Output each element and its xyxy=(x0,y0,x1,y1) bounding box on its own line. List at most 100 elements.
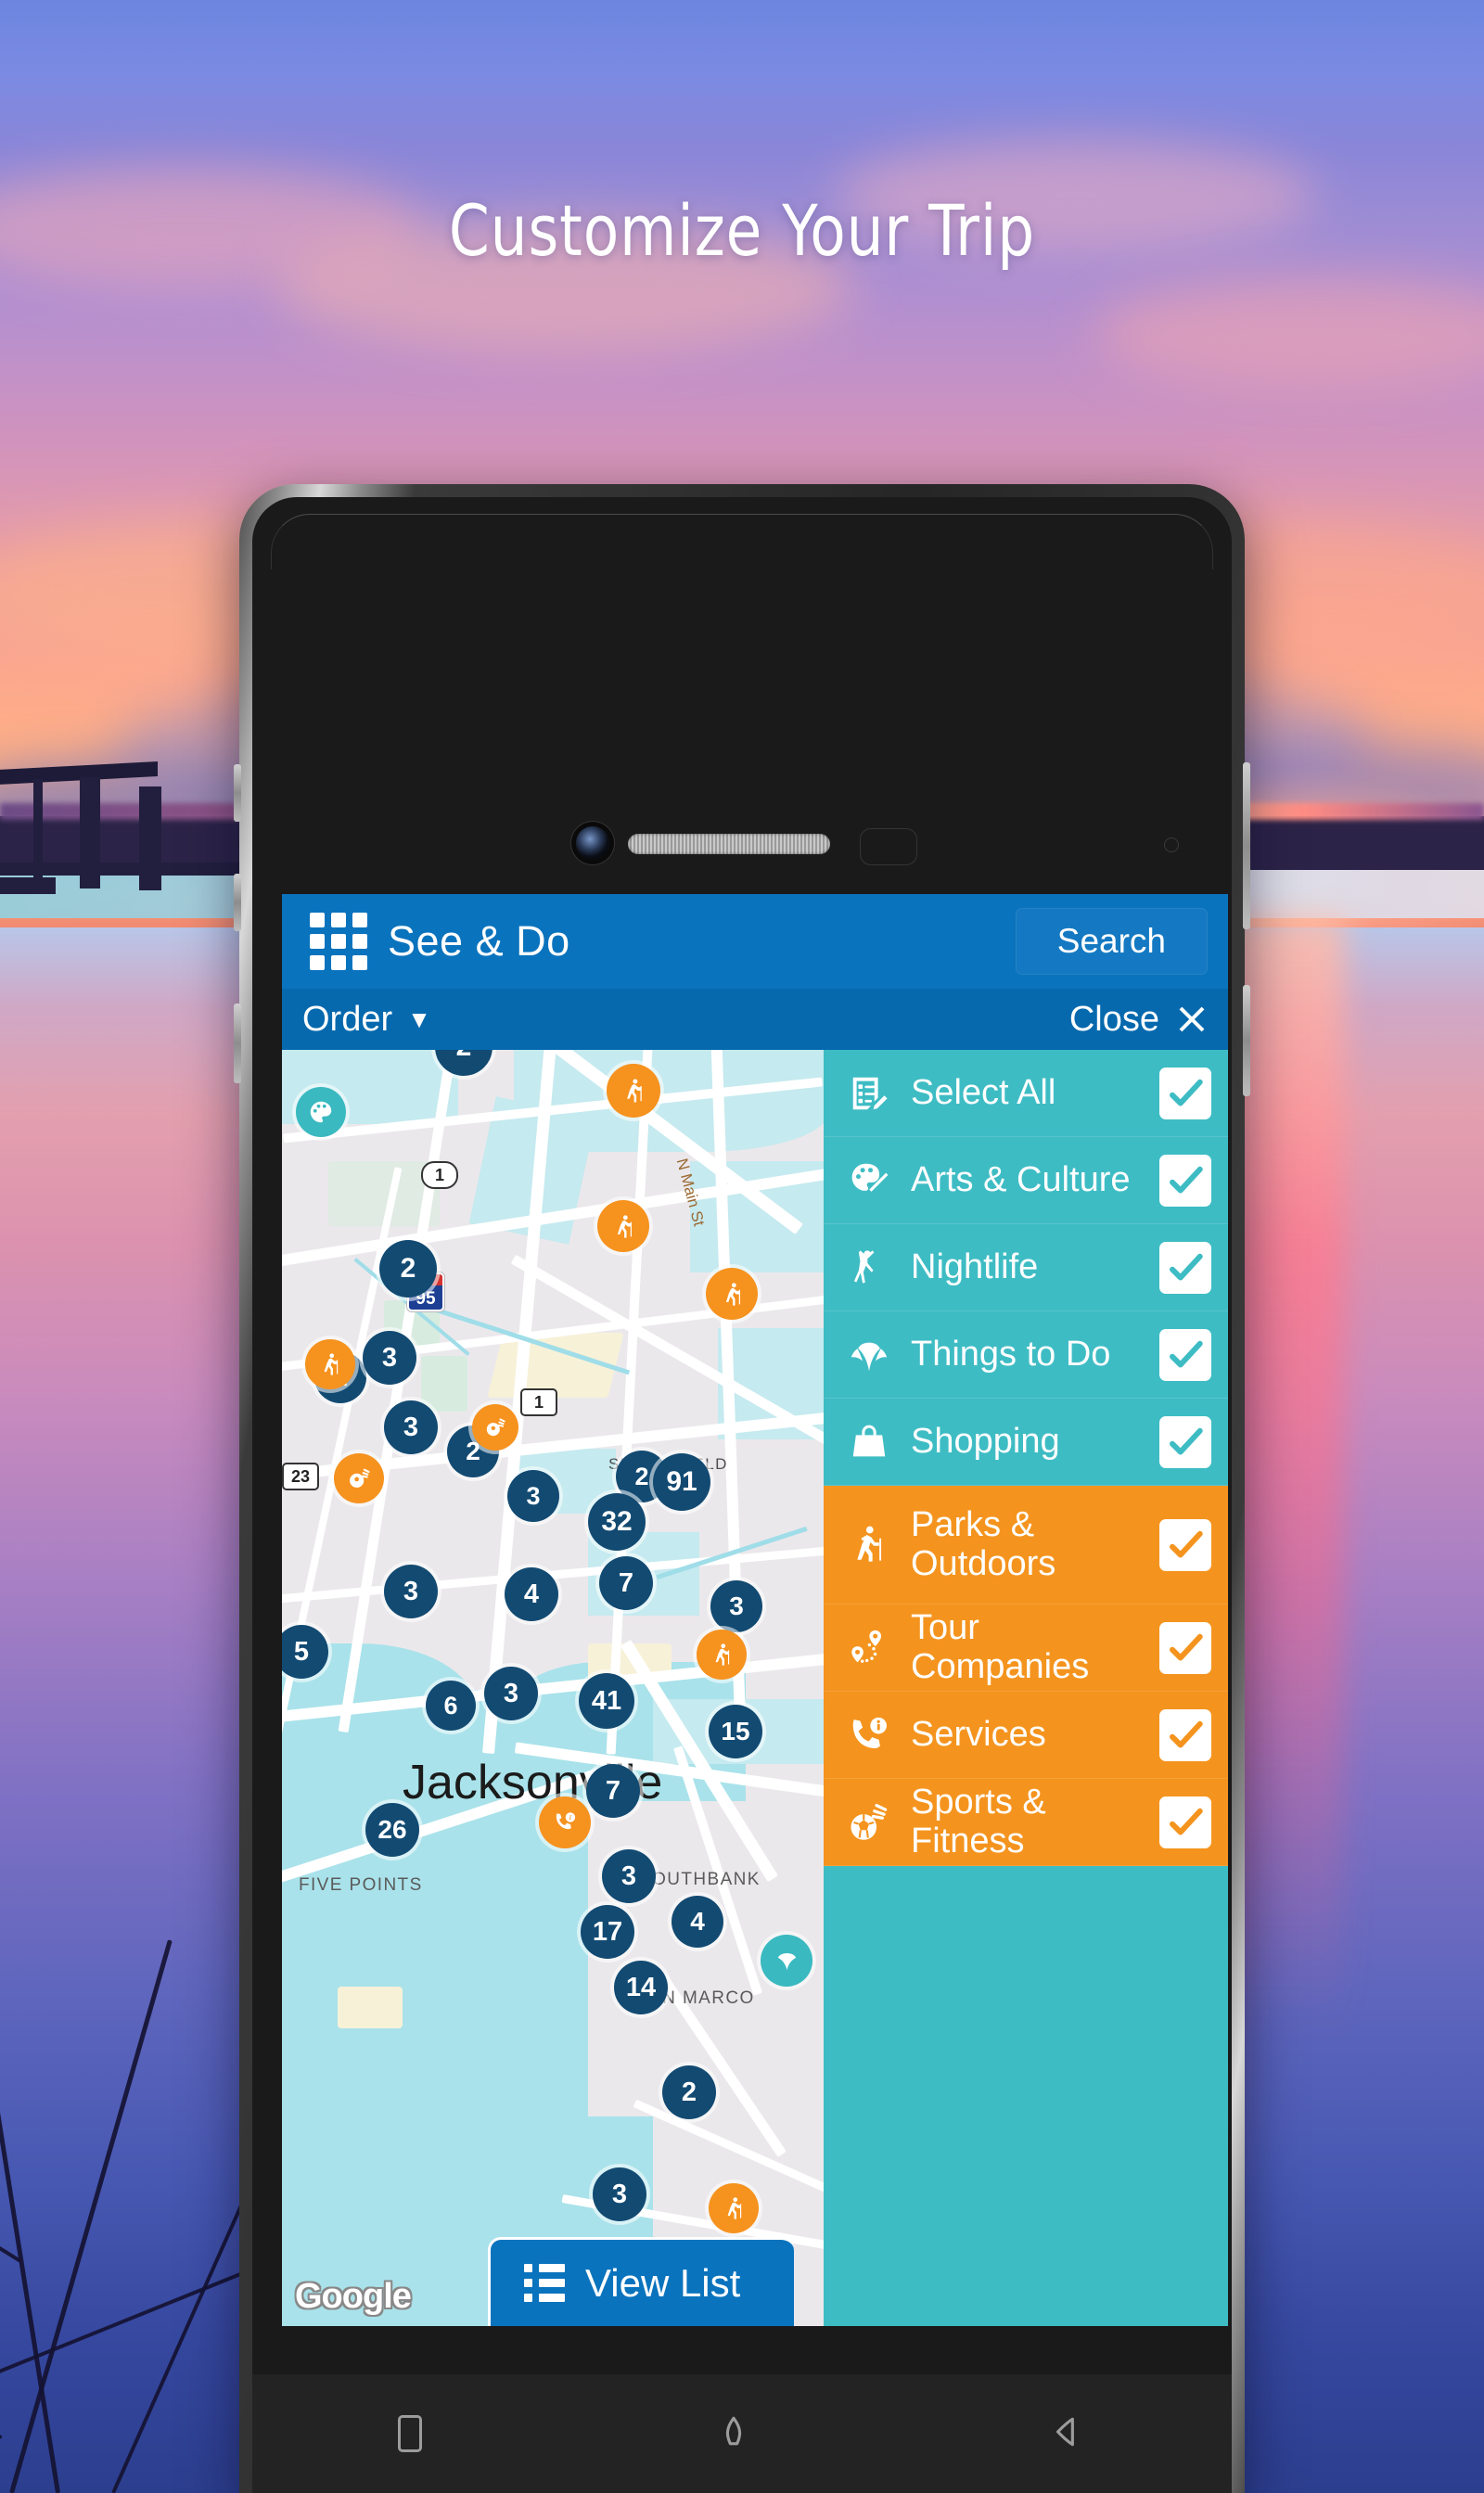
grid-menu-icon[interactable] xyxy=(310,913,367,970)
phone-info-icon xyxy=(840,1714,898,1757)
light-sensor xyxy=(1164,837,1179,852)
search-button[interactable]: Search xyxy=(1015,908,1208,975)
map-pin-cluster[interactable]: 91 xyxy=(653,1453,710,1511)
filter-item-services[interactable]: Services xyxy=(824,1692,1228,1779)
close-label: Close xyxy=(1068,999,1159,1039)
volume-down-button[interactable] xyxy=(234,874,241,931)
map-pin-cluster[interactable]: 26 xyxy=(365,1803,419,1857)
map-pin-cluster[interactable]: 7 xyxy=(599,1556,653,1610)
power-button[interactable] xyxy=(234,1004,241,1083)
phone-device-frame: See & Do Search Order ▼ Close N Main St … xyxy=(234,484,1250,2493)
volume-up-button[interactable] xyxy=(234,764,241,822)
filter-checkbox[interactable] xyxy=(1159,1328,1211,1381)
filter-item-arts-culture[interactable]: Arts & Culture xyxy=(824,1137,1228,1224)
app-title: See & Do xyxy=(388,917,570,965)
map-pin-cluster[interactable]: 3 xyxy=(593,2167,646,2221)
close-button[interactable]: Close xyxy=(1069,1000,1208,1040)
map-pin-cluster[interactable]: 3 xyxy=(602,1849,656,1903)
svg-text:i: i xyxy=(569,1814,570,1822)
map-pin-services[interactable]: i xyxy=(539,1796,591,1848)
map-pin-cluster[interactable]: 6 xyxy=(426,1681,476,1731)
filter-panel: Select All Arts & Culture Nightlife Thin… xyxy=(824,1050,1228,2326)
filter-checkbox[interactable] xyxy=(1159,1621,1211,1674)
map-pin-parks[interactable] xyxy=(607,1064,660,1118)
route-shield-1b: 1 xyxy=(421,1161,458,1189)
filter-checkbox[interactable] xyxy=(1159,1708,1211,1761)
palette-icon xyxy=(840,1159,898,1202)
map-pin-parks[interactable] xyxy=(597,1200,649,1252)
filter-label: Select All xyxy=(911,1072,1056,1112)
filter-item-things-to-do[interactable]: Things to Do xyxy=(824,1311,1228,1399)
map-pin-arts[interactable] xyxy=(296,1087,346,1137)
map-pin-cluster[interactable]: 14 xyxy=(614,1961,668,2014)
shopping-bag-icon xyxy=(840,1421,898,1464)
map-pin-cluster[interactable]: 4 xyxy=(505,1567,558,1621)
android-nav-bar xyxy=(252,2374,1232,2493)
filter-label: Tour Companies xyxy=(911,1608,1090,1686)
list-icon xyxy=(524,2264,565,2302)
map-pin-cluster[interactable]: 41 xyxy=(579,1673,634,1729)
filter-item-nightlife[interactable]: Nightlife xyxy=(824,1224,1228,1311)
filter-checkbox[interactable] xyxy=(1159,1796,1211,1848)
checklist-edit-icon xyxy=(840,1072,898,1115)
square-recents-icon[interactable] xyxy=(398,2415,422,2452)
map-pin-cluster[interactable]: 17 xyxy=(581,1905,634,1959)
filter-item-parks-outdoors[interactable]: Parks & Outdoors xyxy=(824,1486,1228,1604)
map-pin-sports[interactable] xyxy=(472,1404,518,1451)
map-pin-sports[interactable] xyxy=(334,1453,384,1503)
chevron-down-icon[interactable]: ▼ xyxy=(407,1007,431,1031)
filter-item-sports-fitness[interactable]: Sports & Fitness xyxy=(824,1779,1228,1866)
app-top-bar: See & Do Search xyxy=(282,894,1228,989)
filter-label: Sports & Fitness xyxy=(911,1783,1046,1860)
order-label[interactable]: Order xyxy=(302,1000,392,1040)
map-pin-cluster[interactable]: 4 xyxy=(672,1896,723,1948)
hiker-icon xyxy=(840,1524,898,1566)
filter-checkbox[interactable] xyxy=(1159,1415,1211,1468)
close-x-icon xyxy=(1176,1004,1208,1035)
google-attribution: Google xyxy=(295,2277,412,2316)
map-pin-cluster[interactable]: 3 xyxy=(710,1580,762,1632)
map-pin-parks[interactable] xyxy=(709,2183,759,2233)
order-bar: Order ▼ Close xyxy=(282,989,1228,1050)
proximity-sensor xyxy=(860,828,917,865)
filter-checkbox[interactable] xyxy=(1159,1067,1211,1119)
map-route-pin-icon xyxy=(840,1627,898,1669)
map-pin-cluster[interactable]: 32 xyxy=(588,1493,646,1551)
view-list-button[interactable]: View List xyxy=(488,2237,794,2326)
map-pin-cluster[interactable]: 7 xyxy=(586,1764,640,1818)
filter-item-tour-companies[interactable]: Tour Companies xyxy=(824,1604,1228,1692)
earpiece-speaker xyxy=(628,834,830,854)
front-camera-icon xyxy=(576,826,609,860)
map-pin-parks[interactable] xyxy=(697,1630,747,1680)
filter-checkbox[interactable] xyxy=(1159,1154,1211,1207)
filter-checkbox[interactable] xyxy=(1159,1241,1211,1294)
filter-checkbox[interactable] xyxy=(1159,1518,1211,1571)
map-pin-things-to-do[interactable] xyxy=(761,1935,812,1987)
map-pin-cluster[interactable]: 3 xyxy=(484,1667,538,1720)
filter-label: Shopping xyxy=(911,1421,1060,1461)
map-pin-cluster[interactable]: 3 xyxy=(507,1470,559,1522)
filter-label: Nightlife xyxy=(911,1246,1039,1286)
map-pin-cluster[interactable]: 3 xyxy=(384,1400,438,1454)
dancer-icon xyxy=(840,1246,898,1289)
filter-label: Parks & Outdoors xyxy=(911,1505,1056,1583)
right-side-button-1[interactable] xyxy=(1243,762,1250,929)
map-pin-cluster[interactable]: 3 xyxy=(384,1565,438,1618)
page-title: Customize Your Trip xyxy=(448,189,1036,272)
map-pin-parks[interactable] xyxy=(706,1268,758,1320)
map-view[interactable]: N Main St SPRINGFIELD FIVE POINTS SOUTHB… xyxy=(282,1050,824,2326)
home-icon[interactable] xyxy=(713,2411,754,2457)
map-pin-cluster[interactable]: 3 xyxy=(363,1331,416,1385)
neighborhood-label-five-points: FIVE POINTS xyxy=(299,1875,423,1895)
map-pin-cluster[interactable]: 15 xyxy=(709,1705,762,1758)
filter-item-select-all[interactable]: Select All xyxy=(824,1050,1228,1137)
back-triangle-icon[interactable] xyxy=(1045,2411,1086,2457)
route-shield-1a: 1 xyxy=(520,1388,557,1416)
map-pin-cluster[interactable]: 2 xyxy=(379,1240,437,1298)
right-side-button-2[interactable] xyxy=(1243,985,1250,1096)
map-pin-parks[interactable] xyxy=(305,1339,355,1389)
map-pin-cluster[interactable]: 2 xyxy=(662,2065,716,2119)
app-screen: See & Do Search Order ▼ Close N Main St … xyxy=(282,894,1228,2326)
filter-label: Services xyxy=(911,1714,1046,1754)
filter-item-shopping[interactable]: Shopping xyxy=(824,1399,1228,1486)
